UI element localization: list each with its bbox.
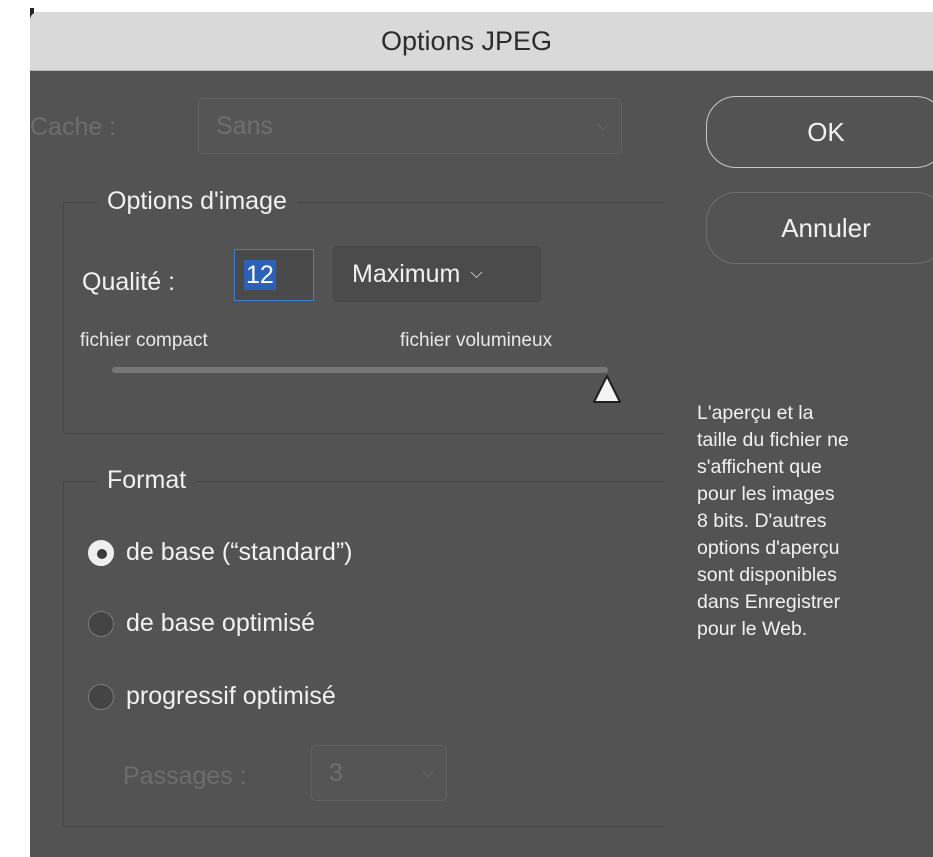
info-line: pour les images [697, 483, 835, 505]
cancel-button[interactable]: Annuler [706, 192, 933, 264]
cancel-button-label: Annuler [781, 212, 871, 243]
matte-label: Cache : [30, 113, 117, 141]
chevron-down-icon: ⌵ [421, 764, 434, 781]
quality-slider-thumb[interactable] [590, 372, 624, 406]
format-option-label: de base optimisé [126, 609, 316, 637]
format-title: Format [97, 466, 197, 495]
format-option-progressive[interactable]: progressif optimisé [88, 682, 336, 711]
format-option-label: de base (“standard”) [126, 538, 353, 566]
image-options-title: Options d'image [97, 187, 297, 216]
scans-label: Passages : [123, 762, 247, 790]
slider-max-label: fichier volumineux [400, 330, 553, 351]
quality-value: 12 [244, 260, 276, 290]
format-option-baseline[interactable]: de base (“standard”) [88, 538, 353, 567]
info-line: L'aperçu et la [697, 402, 814, 424]
jpeg-options-dialog: Options JPEG Cache : Sans ⌵ Options d'im… [30, 12, 933, 857]
radio-selected-icon[interactable] [88, 539, 114, 566]
quality-slider-track[interactable] [112, 367, 608, 373]
window-title: Options JPEG [380, 25, 553, 56]
info-line: pour le Web. [697, 618, 808, 640]
radio-unselected-icon[interactable] [88, 683, 114, 710]
quality-preset-value: Maximum [352, 259, 461, 288]
scans-value: 3 [329, 758, 343, 787]
chevron-down-icon: ⌵ [596, 117, 609, 134]
info-line: s'affichent que [697, 456, 822, 478]
scans-select: 3 ⌵ [311, 745, 447, 801]
info-line: sont disponibles [697, 564, 837, 586]
title-bar[interactable]: Options JPEG [30, 12, 933, 71]
ok-button[interactable]: OK [706, 96, 933, 168]
format-option-baseline-optimized[interactable]: de base optimisé [88, 609, 315, 638]
info-line: dans Enregistrer [697, 591, 841, 613]
format-option-label: progressif optimisé [126, 682, 336, 710]
chevron-down-icon: ⌵ [470, 265, 483, 282]
matte-value: Sans [216, 111, 273, 140]
image-options-group [63, 202, 664, 434]
info-line: taille du fichier ne [697, 429, 849, 451]
info-line: 8 bits. D'autres [697, 510, 827, 532]
quality-label: Qualité : [82, 268, 176, 296]
matte-select: Sans ⌵ [198, 98, 622, 154]
quality-preset-select[interactable]: Maximum ⌵ [333, 246, 541, 302]
info-line: options d'aperçu [697, 537, 840, 559]
quality-input[interactable]: 12 [234, 249, 314, 301]
slider-min-label: fichier compact [80, 330, 208, 351]
radio-unselected-icon[interactable] [88, 610, 114, 637]
preview-info-text: L'aperçu et la taille du fichier ne s'af… [697, 400, 933, 643]
ok-button-label: OK [807, 116, 845, 147]
